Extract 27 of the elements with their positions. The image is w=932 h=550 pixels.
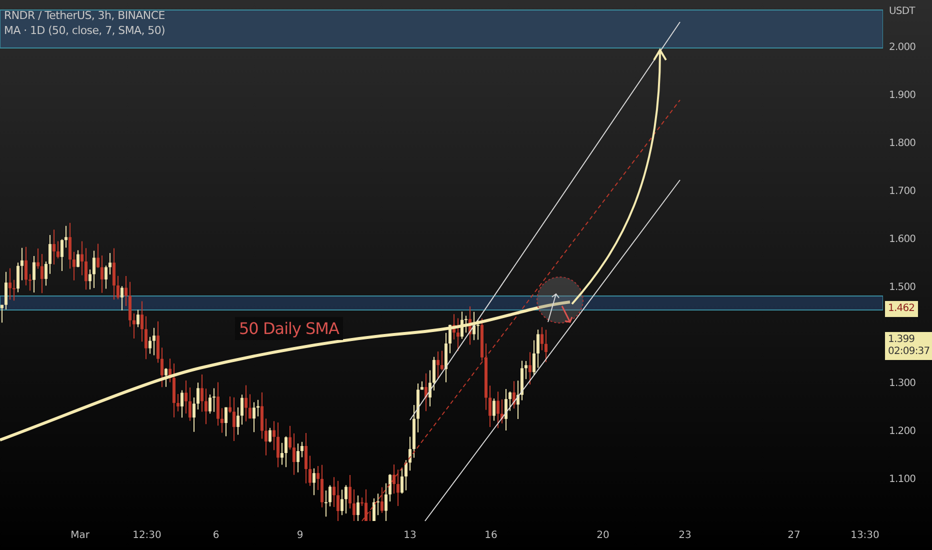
price-tick: 1.300	[889, 378, 916, 389]
price-tick: 1.200	[889, 426, 916, 437]
time-tick: 20	[596, 530, 610, 541]
time-tick: 23	[678, 530, 692, 541]
price-tick: 1.900	[889, 90, 916, 101]
time-tick: 27	[788, 530, 800, 541]
price-tag: 1.462	[885, 301, 918, 317]
time-tick: 13:30	[850, 530, 880, 541]
price-tick: 2.000	[889, 42, 916, 53]
symbol-title: RNDR / TetherUS, 3h, BINANCE	[4, 9, 166, 22]
small-arrows-icon	[548, 293, 573, 323]
indicator-label: MA · 1D (50, close, 7, SMA, 50)	[4, 24, 166, 37]
chart-note: 50 Daily SMA	[235, 317, 343, 340]
time-tick: Mar	[70, 530, 90, 541]
price-tick: 1.800	[889, 138, 916, 149]
time-tick: 12:30	[132, 530, 162, 541]
time-tick: 13	[404, 530, 416, 541]
currency-label: USDT	[889, 6, 915, 17]
time-tick: 6	[212, 530, 220, 541]
price-tick: 1.500	[889, 282, 916, 293]
time-tick: 16	[484, 530, 498, 541]
time-tick: 9	[296, 530, 304, 541]
price-tag: 1.399 02:09:37	[885, 332, 932, 360]
price-tick: 1.100	[889, 474, 916, 485]
price-tick: 1.600	[889, 234, 916, 245]
highlight-circle	[536, 276, 584, 324]
price-tick: 1.700	[889, 186, 916, 197]
